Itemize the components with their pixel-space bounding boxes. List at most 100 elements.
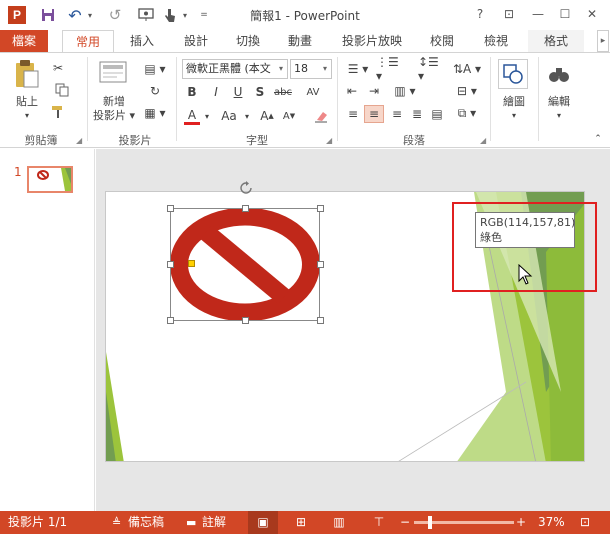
tab-scroll-right-icon[interactable]: ▸ (597, 30, 609, 52)
copy-icon[interactable] (48, 81, 76, 99)
format-painter-icon[interactable] (48, 103, 68, 121)
resize-handle-b[interactable] (242, 317, 249, 324)
normal-view-icon[interactable]: ▣ (248, 511, 278, 534)
zoom-slider[interactable] (414, 516, 514, 529)
tab-format[interactable]: 格式 (528, 30, 584, 52)
decrease-font-icon[interactable]: A ▼ (280, 107, 298, 125)
divider (87, 57, 88, 141)
font-group-label: 字型 (246, 134, 268, 147)
tab-home[interactable]: 常用 (62, 30, 114, 53)
clear-formatting-icon[interactable] (312, 107, 330, 125)
new-slide-icon[interactable] (98, 59, 130, 89)
ribbon-display-options-button[interactable]: ⊡ (498, 5, 520, 23)
tab-slideshow[interactable]: 投影片放映 (334, 30, 410, 52)
tab-transitions[interactable]: 切換 (226, 30, 270, 52)
drawing-dropdown-icon[interactable]: ▾ (494, 109, 534, 123)
maximize-button[interactable]: ☐ (554, 5, 576, 23)
tab-insert[interactable]: 插入 (120, 30, 164, 52)
new-slide-label-2[interactable]: 投影片 ▾ (88, 109, 140, 123)
paste-icon[interactable] (12, 59, 42, 89)
resize-handle-bl[interactable] (167, 317, 174, 324)
columns-icon[interactable]: ▥ ▾ (394, 83, 416, 99)
increase-font-icon[interactable]: A ▲ (258, 107, 276, 125)
italic-button[interactable]: I (208, 83, 224, 101)
comments-button[interactable]: 註解 (202, 511, 226, 534)
minimize-button[interactable]: — (527, 5, 549, 23)
adjust-handle[interactable] (188, 260, 195, 267)
zoom-in-button[interactable]: + (516, 511, 526, 534)
resize-handle-l[interactable] (167, 261, 174, 268)
shadow-button[interactable]: S (252, 83, 268, 101)
close-button[interactable]: ✕ (581, 5, 603, 23)
help-button[interactable]: ? (469, 5, 491, 23)
font-name-combo[interactable]: 微軟正黑體 (本文 ▾ (182, 59, 288, 79)
resize-handle-t[interactable] (242, 205, 249, 212)
slide-indicator[interactable]: 投影片 1/1 (8, 511, 67, 534)
align-text-icon[interactable]: ⊟ ▾ (452, 83, 482, 99)
slide-thumbnail[interactable] (27, 166, 73, 193)
text-direction-icon[interactable]: ⇅A ▾ (452, 61, 482, 77)
tab-view[interactable]: 檢視 (474, 30, 518, 52)
paste-button-label[interactable]: 貼上 (10, 95, 44, 109)
zoom-level[interactable]: 37% (538, 511, 565, 534)
change-case-button[interactable]: Aa (218, 107, 240, 125)
numbering-icon[interactable]: ⋮☰ ▾ (376, 55, 404, 83)
font-launcher-icon[interactable]: ◢ (326, 136, 332, 145)
comments-icon[interactable]: ▬ (186, 511, 196, 534)
tab-review[interactable]: 校閱 (420, 30, 464, 52)
reading-view-icon[interactable]: ▥ (328, 511, 350, 534)
align-center-icon[interactable]: ≡ (364, 105, 384, 123)
paragraph-launcher-icon[interactable]: ◢ (480, 136, 486, 145)
notes-button[interactable]: 備忘稿 (128, 511, 164, 534)
find-binoculars-icon[interactable] (544, 59, 574, 89)
tab-file[interactable]: 檔案 (0, 30, 48, 52)
line-spacing-icon[interactable]: ↕☰ ▾ (418, 55, 446, 83)
editing-label[interactable]: 編輯 (538, 95, 580, 109)
slide-sorter-icon[interactable]: ⊞ (290, 511, 312, 534)
rotate-handle-icon[interactable] (239, 181, 253, 195)
editing-dropdown-icon[interactable]: ▾ (538, 109, 580, 123)
underline-button[interactable]: U (230, 83, 246, 101)
smartart-icon[interactable]: ⧉ ▾ (452, 105, 482, 121)
resize-handle-tl[interactable] (167, 205, 174, 212)
resize-handle-br[interactable] (317, 317, 324, 324)
slideshow-view-icon[interactable]: ⊤ (368, 511, 390, 534)
increase-indent-icon[interactable]: ⇥ (366, 83, 382, 99)
reset-icon[interactable]: ↻ (142, 83, 168, 99)
cut-icon[interactable]: ✂ (48, 59, 68, 77)
divider (176, 57, 177, 141)
tab-animations[interactable]: 動畫 (278, 30, 322, 52)
resize-handle-tr[interactable] (317, 205, 324, 212)
bullets-icon[interactable]: ☰ ▾ (344, 61, 372, 77)
bold-button[interactable]: B (184, 83, 200, 101)
notes-icon[interactable]: ≜ (112, 511, 121, 534)
section-icon[interactable]: ▦ ▾ (142, 105, 168, 121)
zoom-out-button[interactable]: − (400, 511, 410, 534)
justify-icon[interactable]: ≣ (408, 105, 426, 123)
drawing-label[interactable]: 繪圖 (494, 95, 534, 109)
drawing-shapes-icon[interactable] (498, 59, 528, 89)
change-case-dropdown-icon[interactable]: ▾ (242, 107, 252, 125)
font-size-combo[interactable]: 18 ▾ (290, 59, 332, 79)
zoom-slider-thumb[interactable] (428, 516, 432, 529)
collapse-ribbon-icon[interactable]: ⌃ (592, 133, 604, 145)
strikethrough-button[interactable]: abc (272, 83, 294, 101)
clipboard-launcher-icon[interactable]: ◢ (76, 136, 82, 145)
character-spacing-button[interactable]: AV (300, 83, 326, 101)
font-name-dropdown-icon[interactable]: ▾ (275, 60, 287, 78)
new-slide-label[interactable]: 新增 (92, 95, 136, 109)
font-size-value: 18 (294, 62, 308, 75)
align-left-icon[interactable]: ≡ (344, 105, 362, 123)
layout-icon[interactable]: ▤ ▾ (142, 61, 168, 77)
font-size-dropdown-icon[interactable]: ▾ (319, 60, 331, 78)
resize-handle-r[interactable] (317, 261, 324, 268)
decrease-indent-icon[interactable]: ⇤ (344, 83, 360, 99)
tab-design[interactable]: 設計 (174, 30, 218, 52)
font-color-dropdown-icon[interactable]: ▾ (202, 107, 212, 125)
paste-dropdown-icon[interactable]: ▾ (10, 109, 44, 123)
align-right-icon[interactable]: ≡ (388, 105, 406, 123)
font-color-button[interactable]: A (184, 107, 200, 125)
font-name-value: 微軟正黑體 (本文 (186, 62, 271, 75)
distributed-icon[interactable]: ▤ (428, 105, 446, 123)
fit-to-window-icon[interactable]: ⊡ (576, 511, 594, 534)
